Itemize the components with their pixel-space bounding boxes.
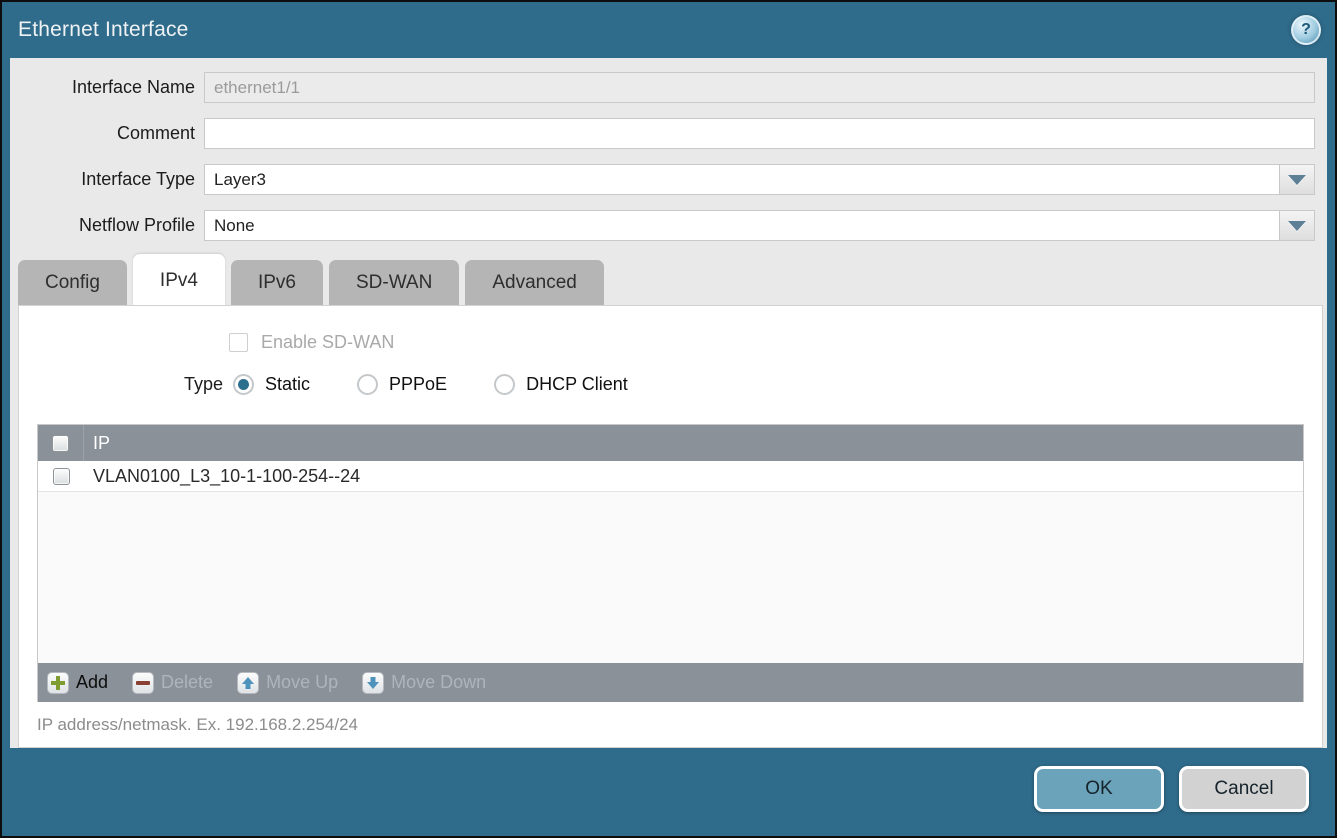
move-up-button: Move Up	[237, 672, 338, 694]
interface-type-row: Interface Type	[10, 164, 1327, 195]
comment-row: Comment	[10, 118, 1327, 149]
ip-table: IP VLAN0100_L3_10-1-100-254--24 Add	[37, 424, 1304, 702]
ip-format-hint: IP address/netmask. Ex. 192.168.2.254/24	[37, 715, 1322, 735]
interface-type-field[interactable]	[204, 164, 1279, 195]
netflow-profile-combobox	[204, 210, 1315, 241]
radio-static-label: Static	[265, 374, 310, 395]
ok-button[interactable]: OK	[1034, 766, 1164, 812]
enable-sdwan-label: Enable SD-WAN	[261, 332, 394, 353]
tab-config[interactable]: Config	[18, 260, 127, 305]
radio-button-icon	[494, 374, 515, 395]
netflow-profile-label: Netflow Profile	[10, 215, 204, 236]
ip-column-header: IP	[84, 433, 110, 454]
chevron-down-icon	[1288, 175, 1306, 185]
tab-ipv6[interactable]: IPv6	[231, 260, 323, 305]
table-empty-area	[38, 492, 1303, 663]
tab-bar: Config IPv4 IPv6 SD-WAN Advanced	[10, 254, 1327, 305]
interface-name-label: Interface Name	[10, 77, 204, 98]
delete-button: Delete	[132, 672, 213, 694]
radio-static[interactable]: Static	[233, 374, 310, 395]
ipv4-tab-panel: Enable SD-WAN Type Static PPPoE DHCP Cli…	[18, 305, 1323, 748]
netflow-profile-dropdown-button[interactable]	[1279, 210, 1315, 241]
delete-button-label: Delete	[161, 672, 213, 693]
dialog-footer: OK Cancel	[10, 748, 1327, 830]
radio-pppoe-label: PPPoE	[389, 374, 447, 395]
help-icon[interactable]: ?	[1291, 15, 1321, 45]
type-label: Type	[19, 374, 233, 395]
move-down-button: Move Down	[362, 672, 486, 694]
comment-label: Comment	[10, 123, 204, 144]
interface-type-combobox	[204, 164, 1315, 195]
plus-icon	[47, 672, 69, 694]
arrow-up-icon	[237, 672, 259, 694]
table-row[interactable]: VLAN0100_L3_10-1-100-254--24	[38, 461, 1303, 492]
netflow-profile-row: Netflow Profile	[10, 210, 1327, 241]
ip-cell-value: VLAN0100_L3_10-1-100-254--24	[84, 466, 360, 487]
enable-sdwan-row: Enable SD-WAN	[229, 332, 1322, 353]
table-toolbar: Add Delete Move Up	[38, 663, 1303, 702]
add-button[interactable]: Add	[47, 672, 108, 694]
move-up-button-label: Move Up	[266, 672, 338, 693]
tab-sdwan[interactable]: SD-WAN	[329, 260, 459, 305]
select-all-checkbox[interactable]	[52, 435, 69, 452]
interface-type-dropdown-button[interactable]	[1279, 164, 1315, 195]
ip-table-header: IP	[38, 425, 1303, 461]
interface-name-field	[204, 72, 1315, 103]
radio-button-icon	[233, 374, 254, 395]
dialog-body: Interface Name Comment Interface Type	[10, 58, 1327, 748]
chevron-down-icon	[1288, 221, 1306, 231]
comment-field[interactable]	[204, 118, 1315, 149]
move-down-button-label: Move Down	[391, 672, 486, 693]
arrow-down-icon	[362, 672, 384, 694]
radio-dhcp-client[interactable]: DHCP Client	[494, 374, 628, 395]
interface-type-label: Interface Type	[10, 169, 204, 190]
radio-pppoe[interactable]: PPPoE	[357, 374, 447, 395]
cancel-button[interactable]: Cancel	[1179, 766, 1309, 812]
tab-ipv4[interactable]: IPv4	[133, 254, 225, 305]
radio-button-icon	[357, 374, 378, 395]
interface-name-row: Interface Name	[10, 72, 1327, 103]
tab-advanced[interactable]: Advanced	[465, 260, 604, 305]
minus-icon	[132, 672, 154, 694]
enable-sdwan-checkbox	[229, 333, 248, 352]
ethernet-interface-dialog: Ethernet Interface ? Interface Name Comm…	[0, 0, 1337, 838]
radio-dhcp-client-label: DHCP Client	[526, 374, 628, 395]
dialog-title: Ethernet Interface	[18, 18, 189, 42]
netflow-profile-field[interactable]	[204, 210, 1279, 241]
type-radio-group: Type Static PPPoE DHCP Client	[19, 374, 1322, 395]
dialog-titlebar: Ethernet Interface ?	[10, 2, 1327, 58]
row-checkbox[interactable]	[53, 468, 70, 485]
add-button-label: Add	[76, 672, 108, 693]
